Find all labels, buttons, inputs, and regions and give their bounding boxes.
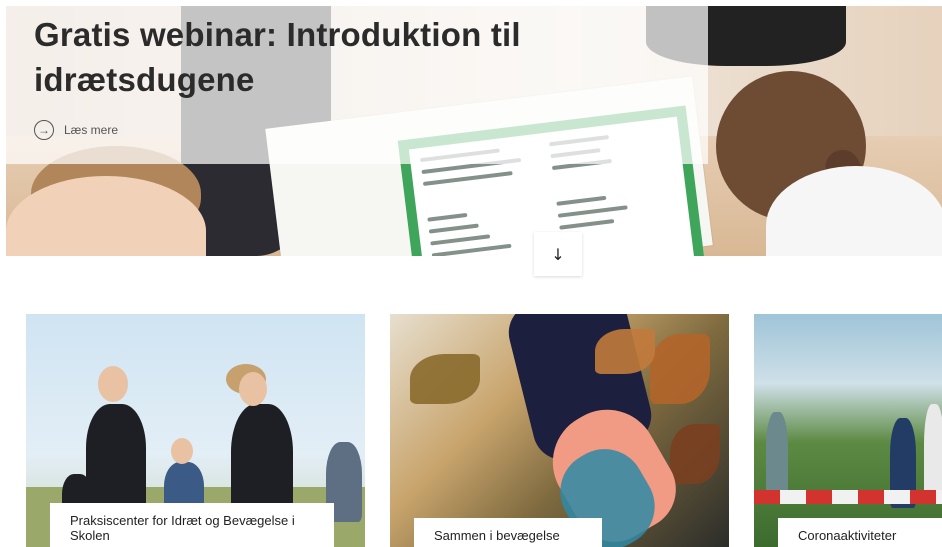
card-coronaaktiviteter[interactable]: Coronaaktiviteter	[754, 314, 942, 547]
read-more-label: Læs mere	[64, 123, 119, 137]
hero-text-panel: Gratis webinar: Introduktion til idrætsd…	[6, 6, 708, 164]
arrow-right-icon: →	[34, 120, 54, 140]
read-more-link[interactable]: → Læs mere	[34, 120, 118, 140]
arrow-down-icon: ↓	[551, 244, 565, 264]
card-label: Praksiscenter for Idræt og Bevægelse i S…	[50, 503, 334, 547]
barrier-tape	[754, 490, 942, 504]
card-label: Sammen i bevægelse	[414, 518, 602, 547]
card-image	[390, 314, 729, 547]
scroll-down-button[interactable]: ↓	[534, 232, 582, 276]
card-praksiscenter[interactable]: Praksiscenter for Idræt og Bevægelse i S…	[26, 314, 365, 547]
card-sammen-i-bevaegelse[interactable]: Sammen i bevægelse	[390, 314, 729, 547]
hero-title[interactable]: Gratis webinar: Introduktion til idrætsd…	[34, 12, 674, 102]
card-label: Coronaaktiviteter	[778, 518, 942, 547]
card-image	[754, 314, 942, 547]
